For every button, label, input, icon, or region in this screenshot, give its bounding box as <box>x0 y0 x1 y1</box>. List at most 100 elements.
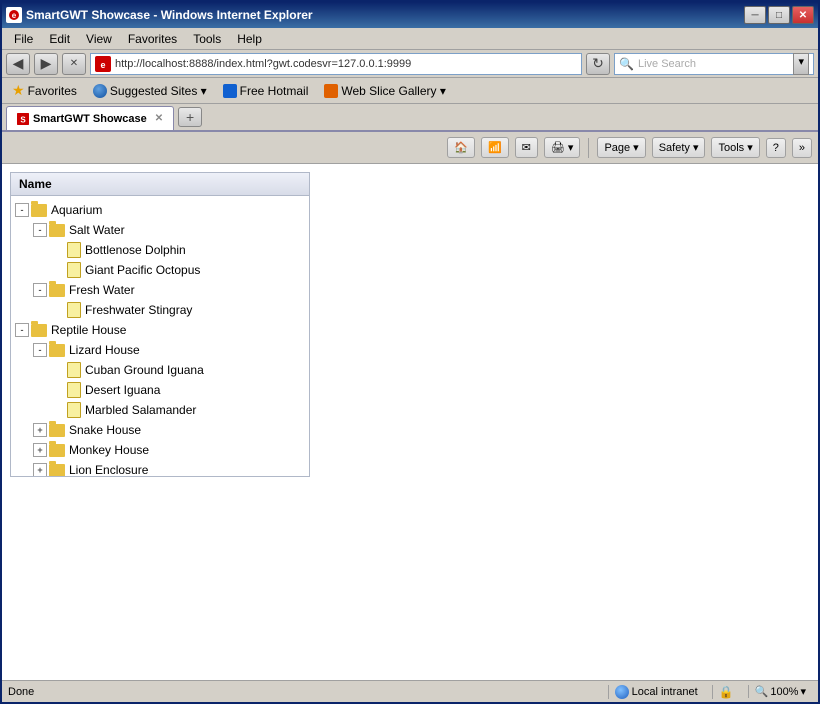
menu-tools[interactable]: Tools <box>185 30 229 48</box>
node-label: Monkey House <box>69 443 149 457</box>
home-button[interactable]: 🏠 <box>447 137 475 158</box>
expand-button[interactable]: - <box>15 203 29 217</box>
file-icon <box>67 362 81 378</box>
safety-label: Safety ▾ <box>659 141 699 154</box>
folder-icon <box>49 284 65 297</box>
zoom-label: 100% <box>770 686 798 698</box>
expand-button[interactable]: + <box>33 423 47 437</box>
tree-node[interactable]: Bottlenose Dolphin <box>11 240 309 260</box>
tree-node[interactable]: -Reptile House <box>11 320 309 340</box>
suggested-sites-label: Suggested Sites ▾ <box>110 84 207 98</box>
ie-icon <box>93 84 107 98</box>
node-label: Salt Water <box>69 223 125 237</box>
file-icon <box>67 302 81 318</box>
back-button[interactable]: ◀ <box>6 53 30 75</box>
expand-button[interactable]: - <box>33 223 47 237</box>
suggested-sites-button[interactable]: Suggested Sites ▾ <box>89 82 211 100</box>
tools-button[interactable]: Tools ▾ <box>711 137 759 158</box>
folder-icon <box>49 464 65 477</box>
tree-node[interactable]: Giant Pacific Octopus <box>11 260 309 280</box>
page-button[interactable]: Page ▾ <box>597 137 645 158</box>
status-bar: Done Local intranet 🔒 🔍 100% ▾ <box>2 680 818 702</box>
node-label: Lion Enclosure <box>69 463 148 476</box>
expand-button[interactable]: - <box>33 343 47 357</box>
address-bar: ◀ ▶ ✕ e http://localhost:8888/index.html… <box>2 50 818 78</box>
new-tab-button[interactable]: + <box>178 107 202 127</box>
active-tab[interactable]: S SmartGWT Showcase ✕ <box>6 106 174 130</box>
tools-label: Tools ▾ <box>718 141 752 154</box>
zoom-indicator[interactable]: 🔍 100% ▾ <box>748 685 812 698</box>
favorites-button[interactable]: ★ Favorites <box>8 80 81 101</box>
maximize-button[interactable]: □ <box>768 6 790 24</box>
help-label: ? <box>773 142 779 154</box>
menu-view[interactable]: View <box>78 30 120 48</box>
title-bar: e SmartGWT Showcase - Windows Internet E… <box>2 2 818 28</box>
node-label: Aquarium <box>51 203 102 217</box>
expand-button[interactable]: + <box>33 443 47 457</box>
expand-button[interactable]: - <box>33 283 47 297</box>
tree-node[interactable]: - Aquarium <box>11 200 309 220</box>
zoom-icon: 🔍 <box>755 685 769 698</box>
tree-node[interactable]: -Lizard House <box>11 340 309 360</box>
close-button[interactable]: ✕ <box>792 6 814 24</box>
web-slice-gallery-button[interactable]: Web Slice Gallery ▾ <box>320 82 450 100</box>
print-button[interactable]: 🖨 ▾ <box>544 137 581 158</box>
node-label: Giant Pacific Octopus <box>85 263 200 277</box>
web-slice-icon <box>324 84 338 98</box>
tab-close-button[interactable]: ✕ <box>155 113 163 124</box>
zone-indicator: Local intranet <box>608 685 704 699</box>
expand-button[interactable]: + <box>33 463 47 476</box>
tree-node[interactable]: Cuban Ground Iguana <box>11 360 309 380</box>
page-favicon: e <box>95 56 111 72</box>
safety-button[interactable]: Safety ▾ <box>652 137 706 158</box>
tree-node[interactable]: Freshwater Stingray <box>11 300 309 320</box>
favorites-bar: ★ Favorites Suggested Sites ▾ Free Hotma… <box>2 78 818 104</box>
tree-node[interactable]: - Fresh Water <box>11 280 309 300</box>
hotmail-icon <box>223 84 237 98</box>
feeds-button[interactable]: 📶 <box>481 137 509 158</box>
favorites-label: Favorites <box>28 84 77 98</box>
folder-icon <box>49 424 65 437</box>
tree-body[interactable]: -Aquarium-Salt WaterBottlenose DolphinGi… <box>11 196 309 476</box>
tree-header: Name <box>11 173 309 196</box>
file-icon <box>67 402 81 418</box>
tree-node[interactable]: Desert Iguana <box>11 380 309 400</box>
tabs-bar: S SmartGWT Showcase ✕ + <box>2 104 818 132</box>
menu-help[interactable]: Help <box>229 30 270 48</box>
tree-header-label: Name <box>19 177 52 191</box>
forward-button[interactable]: ▶ <box>34 53 58 75</box>
free-hotmail-button[interactable]: Free Hotmail <box>219 82 313 100</box>
tree-node[interactable]: Marbled Salamander <box>11 400 309 420</box>
file-icon <box>67 382 81 398</box>
zoom-chevron: ▾ <box>800 685 806 698</box>
window-title: SmartGWT Showcase - Windows Internet Exp… <box>26 8 313 22</box>
expand-button[interactable]: - <box>15 323 29 337</box>
node-label: Marbled Salamander <box>85 403 196 417</box>
tree-node[interactable]: + Monkey House <box>11 440 309 460</box>
tab-label: SmartGWT Showcase <box>33 113 147 125</box>
menu-favorites[interactable]: Favorites <box>120 30 185 48</box>
node-label: Snake House <box>69 423 141 437</box>
search-provider-icon: 🔍 <box>619 57 634 71</box>
svg-text:e: e <box>100 60 105 70</box>
status-text: Done <box>8 686 608 698</box>
help-button[interactable]: ? <box>766 138 786 158</box>
refresh-stop-button[interactable]: ✕ <box>62 53 86 75</box>
node-label: Fresh Water <box>69 283 135 297</box>
tree-node[interactable]: + Lion Enclosure <box>11 460 309 476</box>
node-label: Desert Iguana <box>85 383 160 397</box>
search-input[interactable]: Live Search <box>638 58 794 70</box>
menu-edit[interactable]: Edit <box>41 30 78 48</box>
minimize-button[interactable]: ─ <box>744 6 766 24</box>
read-mail-button[interactable]: ✉ <box>515 137 538 158</box>
tree-node[interactable]: + Snake House <box>11 420 309 440</box>
go-button[interactable]: ↻ <box>586 53 610 75</box>
node-label: Freshwater Stingray <box>85 303 192 317</box>
search-submit-button[interactable]: ▾ <box>793 53 809 75</box>
url-display[interactable]: http://localhost:8888/index.html?gwt.cod… <box>115 58 577 70</box>
expand-toolbar-button[interactable]: » <box>792 138 812 158</box>
menu-file[interactable]: File <box>6 30 41 48</box>
tree-scroll: -Aquarium-Salt WaterBottlenose DolphinGi… <box>11 196 309 476</box>
tree-node[interactable]: - Salt Water <box>11 220 309 240</box>
lock-icon: 🔒 <box>719 685 734 699</box>
